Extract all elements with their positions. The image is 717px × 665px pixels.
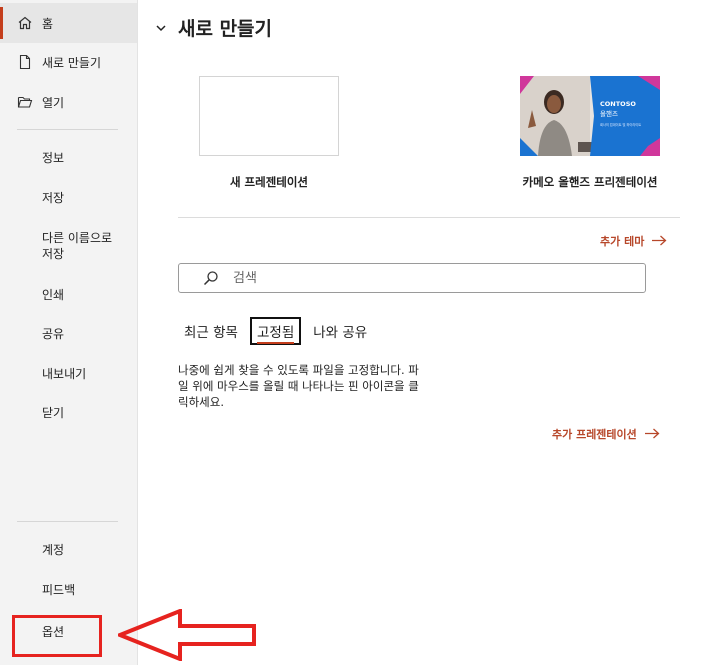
thumb-brand: CONTOSO	[600, 100, 636, 108]
file-tabs: 최근 항목 고정됨 나와 공유	[178, 317, 379, 345]
template-label: 새 프레젠테이션	[229, 175, 309, 189]
nav-new-label: 새로 만들기	[42, 55, 102, 70]
nav-home[interactable]: 홈	[0, 3, 137, 43]
more-themes-link[interactable]: 추가 테마	[600, 233, 667, 249]
search-box[interactable]	[178, 263, 646, 293]
section-divider	[178, 217, 680, 218]
nav-new[interactable]: 새로 만들기	[0, 52, 137, 72]
thumb-title: 올핸즈	[600, 109, 618, 118]
annotation-highlight-box	[12, 615, 102, 657]
tab-recent[interactable]: 최근 항목	[178, 317, 244, 345]
annotation-arrow-icon	[118, 609, 256, 661]
nav-share-label: 공유	[42, 327, 65, 341]
section-title: 새로 만들기	[178, 18, 273, 40]
home-icon	[17, 15, 33, 31]
nav-save-as[interactable]: 다른 이름으로 저장	[0, 230, 122, 262]
main-content: 새로 만들기 새 프레젠테이션 CONTOSO 올핸즈 회사의 업데이트 및 하…	[138, 0, 717, 665]
nav-account-label: 계정	[42, 543, 65, 557]
template-thumbnail: CONTOSO 올핸즈 회사의 업데이트 및 하이라이트	[520, 76, 660, 156]
nav-home-label: 홈	[42, 16, 54, 31]
thumb-subtitle: 회사의 업데이트 및 하이라이트	[600, 122, 641, 127]
template-thumbnail-art: CONTOSO 올핸즈 회사의 업데이트 및 하이라이트	[520, 76, 660, 156]
template-thumbnail	[199, 76, 339, 156]
more-presentations-link[interactable]: 추가 프레젠테이션	[552, 426, 660, 442]
template-label: 카메오 올핸즈 프리젠테이션	[522, 175, 658, 189]
sidebar-separator	[17, 129, 118, 130]
folder-open-icon	[17, 94, 33, 110]
new-section-header[interactable]: 새로 만들기	[156, 14, 272, 41]
pinned-empty-description: 나중에 쉽게 찾을 수 있도록 파일을 고정합니다. 파일 위에 마우스를 올릴…	[178, 363, 419, 409]
arrow-right-icon	[652, 234, 667, 249]
nav-save-label: 저장	[42, 191, 65, 205]
nav-open-label: 열기	[42, 95, 65, 110]
search-input[interactable]	[231, 269, 615, 287]
template-cameo-allhands[interactable]: CONTOSO 올핸즈 회사의 업데이트 및 하이라이트 카메오 올핸즈 프리젠…	[519, 76, 661, 190]
nav-print-label: 인쇄	[42, 288, 65, 302]
nav-feedback-label: 피드백	[42, 583, 76, 597]
tab-pinned-label: 고정됨	[256, 325, 295, 344]
sidebar-separator	[17, 521, 118, 522]
nav-info-label: 정보	[42, 151, 65, 165]
chevron-down-icon	[156, 21, 166, 35]
nav-export-label: 내보내기	[42, 367, 87, 381]
nav-close-label: 닫기	[42, 406, 65, 420]
arrow-right-icon	[644, 427, 660, 442]
new-document-icon	[17, 54, 33, 70]
tab-pinned[interactable]: 고정됨	[249, 317, 302, 345]
more-themes-label: 추가 테마	[600, 235, 645, 248]
nav-open[interactable]: 열기	[0, 92, 137, 112]
search-icon	[203, 271, 218, 286]
nav-save-as-label: 다른 이름으로 저장	[42, 231, 113, 261]
tab-shared-with-me[interactable]: 나와 공유	[307, 317, 373, 345]
template-blank-presentation[interactable]: 새 프레젠테이션	[197, 76, 341, 190]
backstage-sidebar: 홈 새로 만들기 열기 정보 저장 다른 이름으로 저장 인쇄 공유 내보내기 …	[0, 0, 138, 665]
more-presentations-label: 추가 프레젠테이션	[552, 428, 637, 441]
